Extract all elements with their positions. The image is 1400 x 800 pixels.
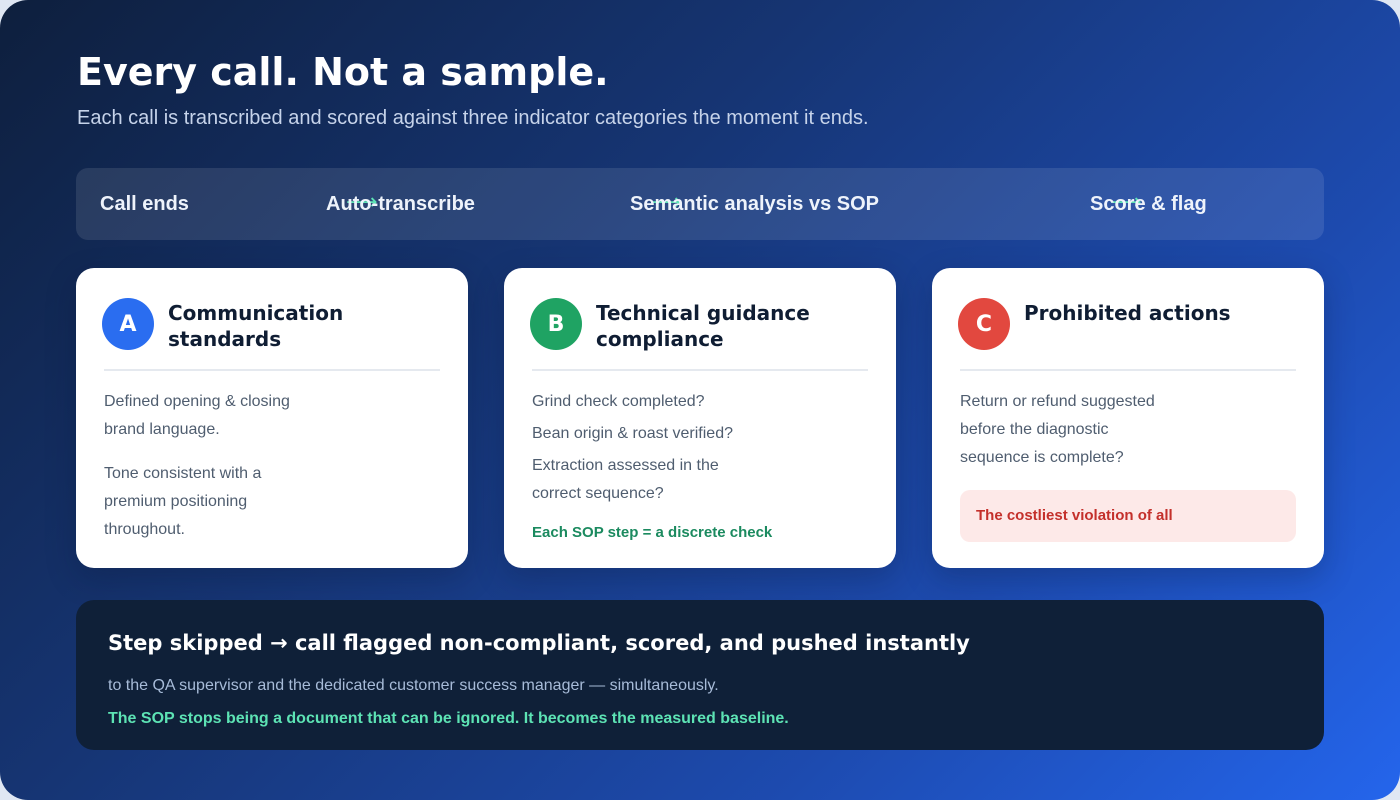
- process-flow-bar: Call ends ⟶ Auto-transcribe ⟶ Semantic a…: [76, 168, 1324, 240]
- flow-step-auto-transcribe: Auto-transcribe: [326, 193, 475, 215]
- card-divider: [960, 369, 1296, 371]
- card-divider: [532, 369, 868, 371]
- flow-step-semantic-analysis: Semantic analysis vs SOP: [630, 193, 880, 215]
- summary-panel: Step skipped → call flagged non-complian…: [76, 600, 1324, 750]
- slide: Every call. Not a sample. Each call is t…: [0, 0, 1400, 800]
- card-technical-guidance: B Technical guidance compliance Grind ch…: [504, 268, 896, 568]
- badge-b: B: [530, 298, 582, 350]
- summary-conclusion: The SOP stops being a document that can …: [108, 710, 789, 727]
- flow-step-score-flag: Score & flag: [1090, 193, 1207, 215]
- check-item: Extraction assessed in the correct seque…: [532, 457, 719, 502]
- flow-step-call-ends: Call ends: [100, 193, 189, 215]
- card-note: Each SOP step = a discrete check: [532, 524, 773, 541]
- check-item: Grind check completed?: [532, 393, 705, 410]
- badge-a: A: [102, 298, 154, 350]
- card-text: Return or refund suggested before the di…: [960, 393, 1155, 466]
- card-title: Communication standards: [168, 301, 344, 351]
- card-communication-standards: A Communication standards Defined openin…: [76, 268, 468, 568]
- page-subtitle: Each call is transcribed and scored agai…: [77, 107, 869, 129]
- page-title: Every call. Not a sample.: [77, 50, 609, 94]
- summary-subline: to the QA supervisor and the dedicated c…: [108, 677, 719, 694]
- violation-alert: The costliest violation of all: [960, 490, 1296, 542]
- card-title: Prohibited actions: [1024, 301, 1231, 325]
- card-text: Tone consistent with a premium positioni…: [104, 465, 262, 538]
- card-title: Technical guidance compliance: [596, 301, 810, 351]
- card-text: Defined opening & closing brand language…: [104, 393, 290, 438]
- badge-c: C: [958, 298, 1010, 350]
- summary-headline: Step skipped → call flagged non-complian…: [108, 631, 970, 655]
- card-divider: [104, 369, 440, 371]
- card-prohibited-actions: C Prohibited actions Return or refund su…: [932, 268, 1324, 568]
- check-item: Bean origin & roast verified?: [532, 425, 733, 442]
